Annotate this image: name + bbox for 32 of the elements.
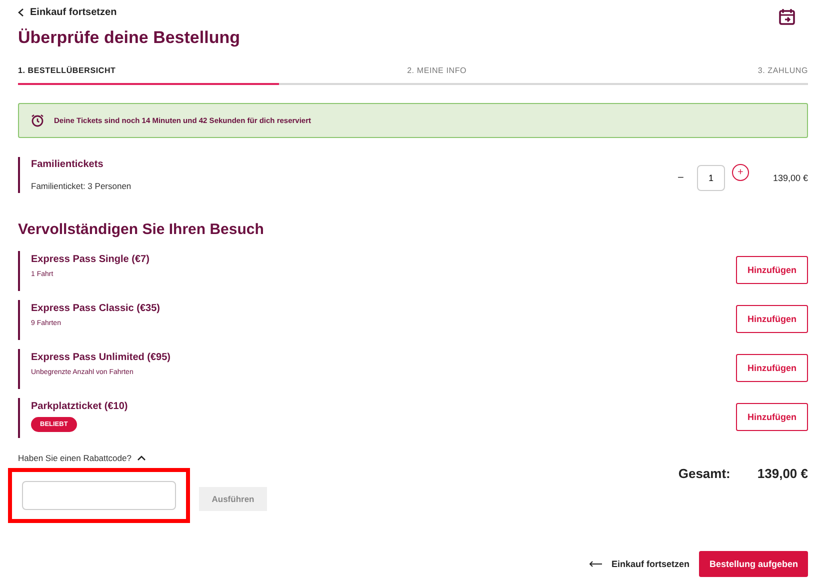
ticket-price: 139,00 € [772,172,808,182]
total-label: Gesamt: [678,466,730,483]
add-button[interactable]: Hinzufügen [736,354,808,382]
calendar-icon[interactable] [779,8,795,25]
add-button[interactable]: Hinzufügen [736,256,808,284]
extra-name: Express Pass Single (€7) [31,254,150,265]
step-tab[interactable]: 1. BESTELLÜBERSICHT [18,66,116,75]
extra-name: Parkplatzticket (€10) [31,401,128,412]
extra-name: Express Pass Unlimited (€95) [31,352,171,363]
step-tab[interactable]: 3. ZAHLUNG [758,66,808,75]
back-chevron-icon [18,8,24,17]
ticket-title: Familientickets [31,159,104,170]
add-button[interactable]: Hinzufügen [736,305,808,333]
extra-name: Express Pass Classic (€35) [31,303,160,314]
chevron-icon [137,455,146,461]
increase-button[interactable]: + [732,164,749,181]
alarm-clock-icon [31,114,44,127]
place-order-button[interactable]: Bestellung aufgeben [699,551,808,577]
back-link[interactable]: Einkauf fortsetzen [18,7,117,18]
decrease-button[interactable]: − [678,172,684,184]
step-tab[interactable]: 2. MEINE INFO [407,66,467,75]
ticket-description: Familienticket: 3 Personen [31,181,132,191]
add-button[interactable]: Hinzufügen [736,403,808,431]
quantity-field[interactable]: 1 [696,164,725,190]
discount-toggle[interactable]: Haben Sie einen Rabattcode? [18,453,146,463]
apply-button[interactable]: Ausführen [199,487,267,511]
total-amount: 139,00 € [757,466,808,483]
discount-code-field[interactable] [22,481,176,510]
continue-shopping-link[interactable]: Einkauf fortsetzen [589,559,690,569]
arrow-left-icon [589,561,604,567]
section-title: Vervollständigen Sie Ihren Besuch [18,221,265,238]
page-title: Überprüfe deine Bestellung [18,28,240,48]
